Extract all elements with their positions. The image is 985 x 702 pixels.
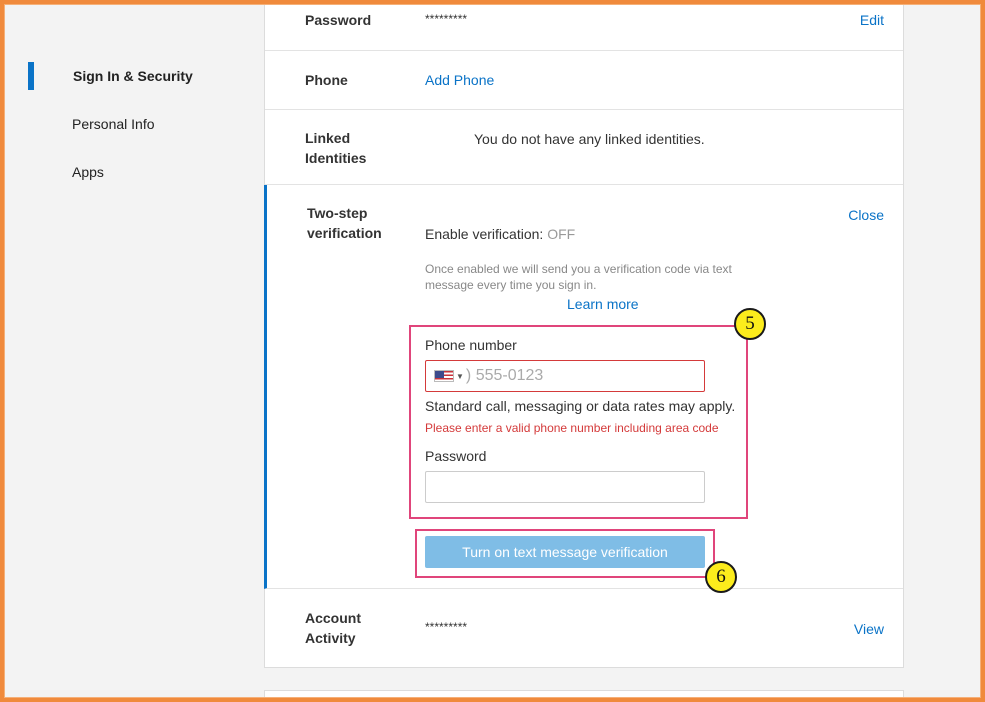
add-phone-link[interactable]: Add Phone [425, 72, 494, 88]
account-activity-masked-value: ********* [425, 620, 468, 634]
account-activity-row: Account Activity ********* View [265, 589, 903, 668]
linked-identities-title-line1: Linked [305, 130, 351, 146]
annotation-box-6 [415, 529, 715, 578]
linked-identities-title-line2: Identities [305, 150, 367, 166]
phone-row: Phone Add Phone [265, 51, 903, 110]
edit-password-link[interactable]: Edit [860, 12, 884, 28]
verification-description: Once enabled we will send you a verifica… [425, 262, 732, 292]
two-step-title-line2: verification [307, 225, 382, 241]
password-row: Password ********* Edit [265, 0, 903, 51]
password-masked-value: ********* [425, 12, 468, 26]
account-activity-title-line2: Activity [305, 630, 356, 646]
linked-identities-row: Linked Identities You do not have any li… [265, 110, 903, 185]
sidebar-item-label: Apps [72, 164, 104, 180]
account-activity-title-line1: Account [305, 610, 361, 626]
sidebar-item-apps[interactable]: Apps [28, 156, 248, 204]
next-panel-edge [264, 690, 904, 702]
sidebar-item-label: Personal Info [72, 116, 155, 132]
sidebar-nav: Sign In & Security Personal Info Apps [28, 60, 248, 204]
active-indicator [28, 62, 34, 90]
learn-more-link[interactable]: Learn more [567, 296, 639, 312]
annotation-badge-5: 5 [734, 308, 766, 340]
linked-identities-value: You do not have any linked identities. [474, 131, 705, 147]
view-account-activity-link[interactable]: View [854, 621, 884, 637]
enable-verification-label: Enable verification: [425, 226, 544, 242]
password-row-title: Password [305, 12, 372, 28]
annotation-badge-6: 6 [705, 561, 737, 593]
enable-verification-status: Enable verification: OFF [425, 226, 575, 242]
sidebar-item-personal-info[interactable]: Personal Info [28, 108, 248, 156]
phone-row-title: Phone [305, 72, 348, 88]
two-step-title-line1: Two-step [307, 205, 368, 221]
enable-verification-state: OFF [547, 226, 576, 242]
close-two-step-link[interactable]: Close [848, 207, 884, 223]
sidebar-item-sign-in-security[interactable]: Sign In & Security [28, 60, 248, 108]
annotation-box-5 [409, 325, 748, 519]
sidebar-item-label: Sign In & Security [73, 68, 193, 84]
